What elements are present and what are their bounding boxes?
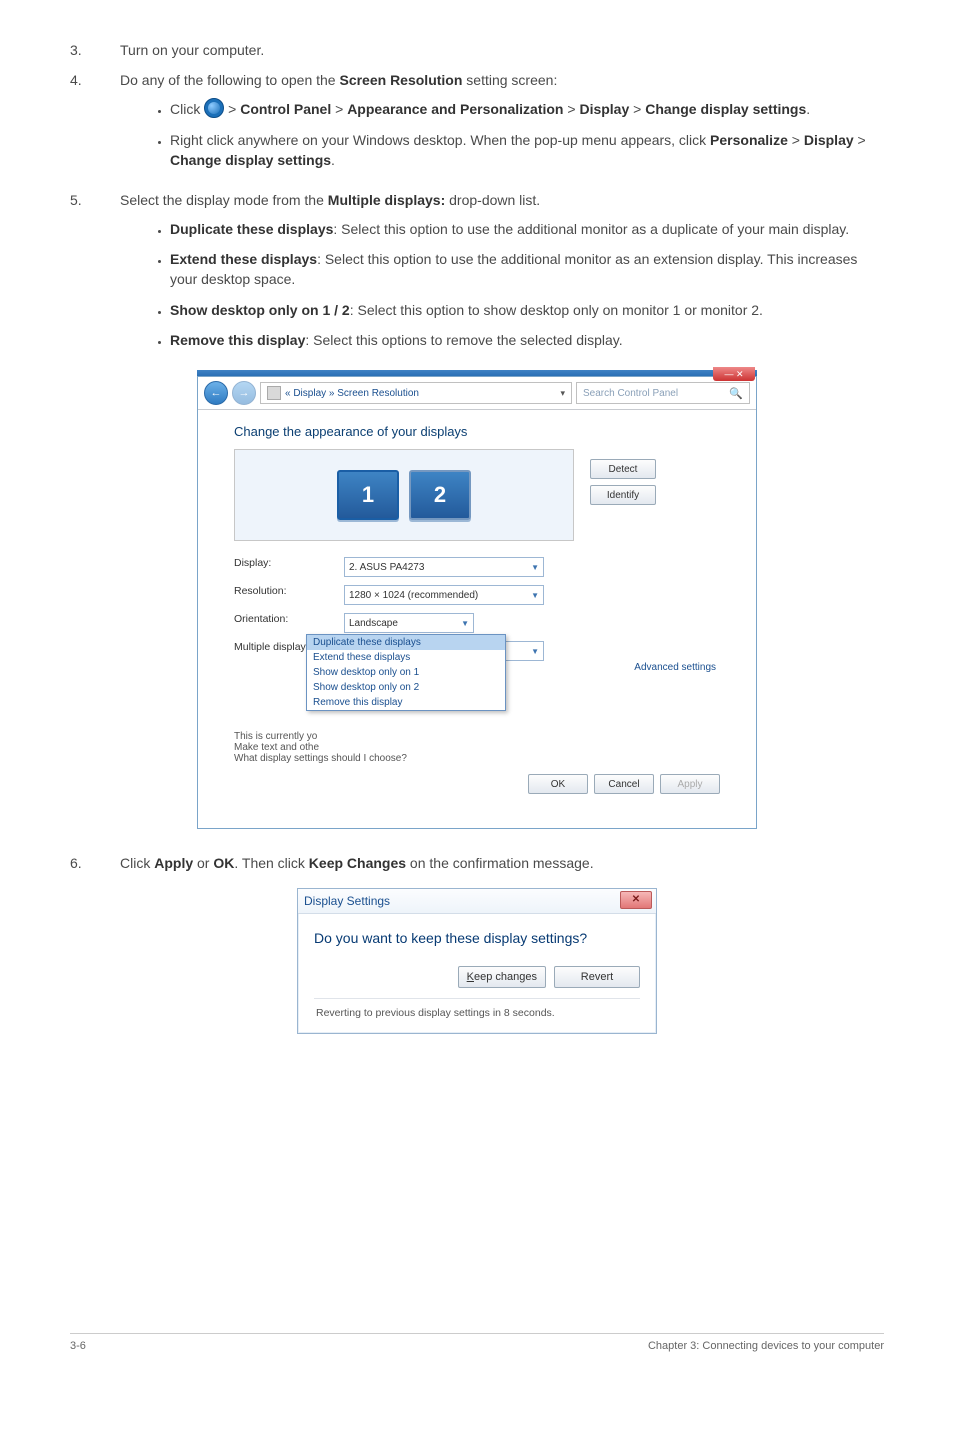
- search-icon: 🔍: [729, 387, 743, 400]
- step-6: 6. Click Apply or OK. Then click Keep Ch…: [70, 853, 884, 873]
- instruction-list-cont: 6. Click Apply or OK. Then click Keep Ch…: [70, 853, 884, 873]
- step-number: 5.: [70, 190, 120, 360]
- step-5: 5. Select the display mode from the Mult…: [70, 190, 884, 360]
- label-orientation: Orientation:: [234, 613, 344, 633]
- step-number: 6.: [70, 853, 120, 873]
- screen-resolution-window: — ✕ ← → « Display » Screen Resolution ▾ …: [197, 370, 757, 829]
- what-display-link[interactable]: What display settings should I choose?: [234, 753, 407, 764]
- dd-item-extend[interactable]: Extend these displays: [307, 650, 505, 665]
- step-4: 4. Do any of the following to open the S…: [70, 70, 884, 180]
- chapter-label: Chapter 3: Connecting devices to your co…: [648, 1340, 884, 1352]
- cancel-button[interactable]: Cancel: [594, 774, 654, 794]
- instruction-list: 3. Turn on your computer. 4. Do any of t…: [70, 40, 884, 360]
- dd-item-show1[interactable]: Show desktop only on 1: [307, 665, 505, 680]
- back-button[interactable]: ←: [204, 381, 228, 405]
- page-footer: 3-6 Chapter 3: Connecting devices to you…: [70, 1333, 884, 1352]
- step-4-bullet-2: Right click anywhere on your Windows des…: [170, 130, 884, 171]
- folder-icon: [267, 386, 281, 400]
- chevron-down-icon[interactable]: ▾: [560, 388, 565, 399]
- detect-button[interactable]: Detect: [590, 459, 656, 479]
- orientation-dropdown[interactable]: Landscape▼: [344, 613, 474, 633]
- dialog-title: Display Settings: [304, 894, 390, 908]
- monitor-2-icon[interactable]: 2: [409, 470, 471, 520]
- dd-item-show2[interactable]: Show desktop only on 2: [307, 680, 505, 695]
- step-4-bullet-1: Click > Control Panel > Appearance and P…: [170, 99, 884, 120]
- step-number: 3.: [70, 40, 120, 60]
- monitor-preview[interactable]: 1 2: [234, 449, 574, 541]
- explorer-toolbar: ← → « Display » Screen Resolution ▾ Sear…: [198, 377, 756, 410]
- step-number: 4.: [70, 70, 120, 180]
- dввdialog-footer: Reverting to previous display settings i…: [314, 999, 640, 1023]
- multiple-displays-list[interactable]: Duplicate these displays Extend these di…: [306, 634, 506, 711]
- close-icon[interactable]: ✕: [620, 891, 652, 909]
- step-5-bullet-showonly: Show desktop only on 1 / 2: Select this …: [170, 300, 884, 320]
- advanced-settings-link[interactable]: Advanced settings: [634, 662, 716, 673]
- step-5-bullet-extend: Extend these displays: Select this optio…: [170, 249, 884, 290]
- dd-item-duplicate[interactable]: Duplicate these displays: [307, 635, 505, 650]
- step-text: Turn on your computer.: [120, 40, 884, 60]
- close-icon[interactable]: — ✕: [713, 367, 755, 381]
- make-text-link[interactable]: Make text and othe: [234, 742, 319, 753]
- identify-button[interactable]: Identify: [590, 485, 656, 505]
- dialog-question: Do you want to keep these display settin…: [314, 930, 640, 946]
- forward-button[interactable]: →: [232, 381, 256, 405]
- start-button-icon: [204, 98, 224, 118]
- chevron-down-icon: ▼: [461, 619, 469, 628]
- resolution-dropdown[interactable]: 1280 × 1024 (recommended)▼: [344, 585, 544, 605]
- step-3: 3. Turn on your computer.: [70, 40, 884, 60]
- dialog-titlebar[interactable]: Display Settings ✕: [298, 889, 656, 914]
- window-titlebar[interactable]: — ✕: [197, 370, 757, 376]
- section-title: Change the appearance of your displays: [234, 424, 720, 439]
- revert-button[interactable]: Revert: [554, 966, 640, 988]
- ok-button[interactable]: OK: [528, 774, 588, 794]
- breadcrumb[interactable]: « Display » Screen Resolution ▾: [260, 382, 572, 404]
- chevron-down-icon: ▼: [531, 563, 539, 572]
- step-5-bullet-duplicate: Duplicate these displays: Select this op…: [170, 219, 884, 239]
- apply-button[interactable]: Apply: [660, 774, 720, 794]
- search-input[interactable]: Search Control Panel 🔍: [576, 382, 750, 404]
- step-5-bullet-remove: Remove this display: Select this options…: [170, 330, 884, 350]
- dd-item-remove[interactable]: Remove this display: [307, 695, 505, 710]
- chevron-down-icon: ▼: [531, 591, 539, 600]
- label-display: Display:: [234, 557, 344, 577]
- display-settings-dialog: Display Settings ✕ Do you want to keep t…: [297, 888, 657, 1034]
- monitor-1-icon[interactable]: 1: [337, 470, 399, 520]
- chevron-down-icon: ▼: [531, 647, 539, 656]
- label-resolution: Resolution:: [234, 585, 344, 605]
- page-number: 3-6: [70, 1340, 86, 1352]
- keep-changes-button[interactable]: Keep changes: [458, 966, 546, 988]
- display-dropdown[interactable]: 2. ASUS PA4273▼: [344, 557, 544, 577]
